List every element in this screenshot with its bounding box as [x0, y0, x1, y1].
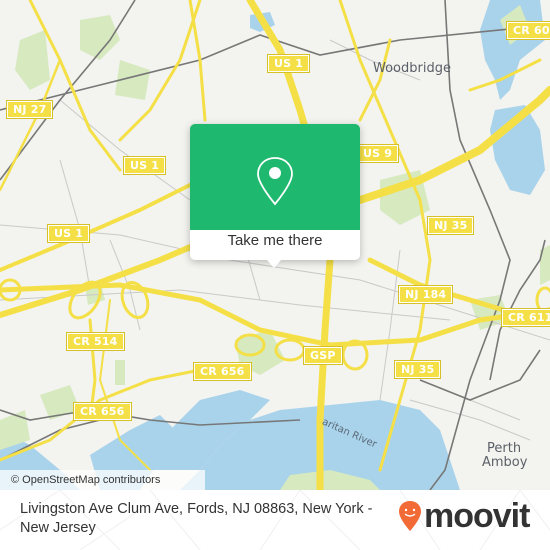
- moovit-pin-icon: [399, 501, 421, 531]
- road-shield-us1: US 1: [122, 156, 167, 175]
- road-shield-cr656: CR 656: [73, 402, 132, 421]
- popup-pointer: [267, 260, 281, 268]
- road-shield-cr611: CR 611: [501, 308, 550, 327]
- moovit-logo: moovit: [398, 497, 530, 535]
- map-pin-icon: [257, 157, 293, 206]
- map[interactable]: NJ 27 US 1 US 1 US 1 US 9 CR 604 NJ 35 N…: [0, 0, 550, 490]
- place-label-perth-amboy: Amboy: [482, 455, 528, 470]
- footer: Livingston Ave Clum Ave, Fords, NJ 08863…: [0, 490, 550, 550]
- road-shield-gsp: GSP: [303, 346, 343, 365]
- popup-header[interactable]: [190, 124, 360, 230]
- road-shield-nj184: NJ 184: [397, 285, 454, 304]
- road-shield-cr514: CR 514: [66, 332, 125, 351]
- take-me-there-popup[interactable]: Take me there: [190, 124, 360, 268]
- road-shield-us1: US 1: [266, 54, 311, 73]
- take-me-there-button[interactable]: Take me there: [190, 232, 360, 249]
- road-shield-nj27: NJ 27: [5, 100, 54, 119]
- road-shield-nj35: NJ 35: [426, 216, 475, 235]
- place-label-perth-amboy: Perth: [487, 441, 522, 456]
- road-shield-cr604: CR 604: [506, 21, 550, 40]
- place-label-woodbridge: Woodbridge: [373, 61, 451, 76]
- road-shield-us1: US 1: [46, 224, 91, 243]
- road-shield-cr656: CR 656: [193, 362, 252, 381]
- map-attribution[interactable]: © OpenStreetMap contributors: [0, 470, 205, 490]
- road-shield-nj35: NJ 35: [393, 360, 442, 379]
- road-shield-us9: US 9: [355, 144, 400, 163]
- moovit-wordmark: moovit: [424, 497, 530, 535]
- address-text: Livingston Ave Clum Ave, Fords, NJ 08863…: [20, 501, 373, 536]
